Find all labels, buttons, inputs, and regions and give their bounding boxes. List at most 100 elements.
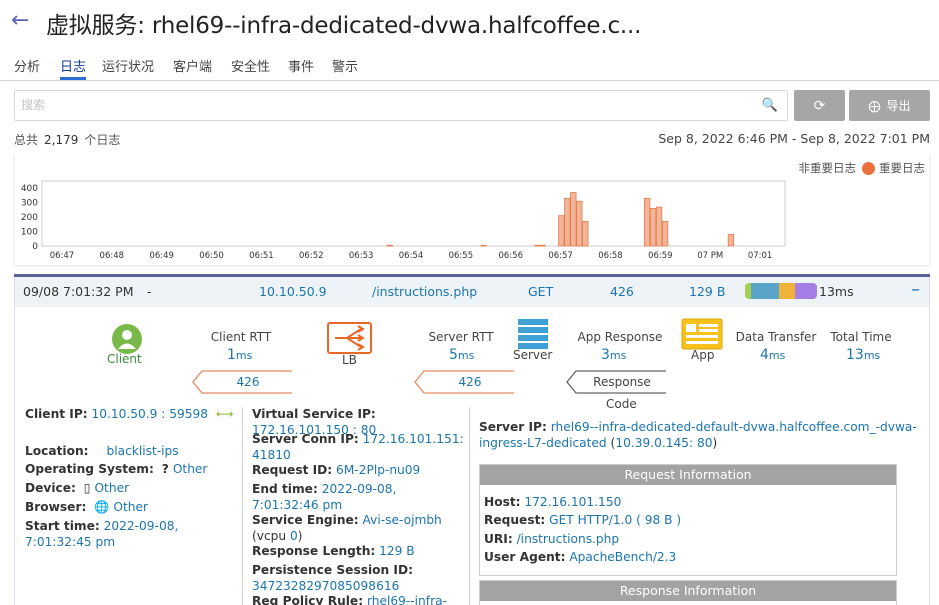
- browser-globe-icon: 🌐: [94, 500, 110, 514]
- row-duration: 13ms: [819, 284, 854, 299]
- log-detail: Client Client RTT 1ms LB Server RTT 5ms …: [14, 307, 930, 605]
- legend-non-significant[interactable]: 非重要日志: [799, 160, 857, 176]
- search-box: 🔍: [14, 90, 788, 121]
- histogram-bar: [582, 221, 589, 247]
- histogram-bar: [386, 244, 393, 247]
- x-tick-label: 06:54: [399, 251, 424, 261]
- histogram-bar: [655, 206, 663, 247]
- x-tick-label: 06:48: [100, 251, 125, 261]
- summary-suffix: 个日志: [84, 133, 121, 147]
- legend-significant[interactable]: 重要日志: [879, 160, 925, 176]
- request-field: Request: GET HTTP/1.0 ( 98 B ): [484, 513, 682, 527]
- row-status[interactable]: 426: [610, 284, 634, 299]
- export-icon: ⨁: [868, 98, 881, 113]
- lb-label: LB: [342, 353, 357, 367]
- y-tick-label: 400: [21, 184, 38, 194]
- back-arrow-icon[interactable]: ←: [11, 8, 29, 33]
- tab-events[interactable]: 事件: [288, 56, 314, 75]
- app-label: App: [691, 348, 715, 362]
- server-ip-field: Server IP: rhel69--infra-dedicated-defau…: [479, 420, 917, 450]
- tab-divider: [0, 80, 939, 81]
- start-time-field: Start time: 2022-09-08, 7:01:32:45 pm: [25, 519, 179, 549]
- x-tick-label: 06:57: [548, 251, 573, 261]
- client-rtt-label: Client RTT: [210, 330, 272, 344]
- data-transfer-value: 4ms: [760, 347, 786, 363]
- histogram-bar: [727, 234, 735, 247]
- date-range[interactable]: Sep 8, 2022 6:46 PM - Sep 8, 2022 7:01 P…: [658, 131, 930, 146]
- y-tick-label: 300: [21, 199, 38, 209]
- code-label: Code: [606, 397, 637, 411]
- significant-dot-icon: [862, 161, 875, 175]
- timing-seg-transfer: [795, 283, 817, 299]
- response-length-field: Response Length: 129 B: [252, 544, 415, 558]
- server-icon: [518, 319, 548, 349]
- search-icon[interactable]: 🔍: [762, 98, 778, 113]
- row-client-ip[interactable]: 10.10.50.9: [259, 284, 327, 299]
- log-histogram[interactable]: 0 100 200 300 400 06:47 06:48 06:49 06:50 06:51 06…: [14, 175, 794, 263]
- summary-prefix: 总共: [14, 133, 39, 147]
- column-divider-2: [469, 407, 470, 605]
- refresh-button[interactable]: ⟳: [794, 90, 845, 121]
- row-size[interactable]: 129 B: [689, 284, 725, 299]
- histogram-bar: [649, 208, 657, 247]
- server-status-code: 426: [458, 375, 482, 389]
- persistence-field: Persistence Session ID: 34723282970850986…: [252, 563, 413, 593]
- x-tick-label: 06:49: [149, 251, 174, 261]
- request-info-header: Request Information: [480, 465, 896, 485]
- lb-status-code: 426: [236, 375, 260, 389]
- x-tick-label: 06:50: [199, 251, 224, 261]
- device-field: Device: ▯ Other: [25, 481, 130, 495]
- row-dash: -: [147, 284, 152, 299]
- tab-analytics[interactable]: 分析: [14, 56, 40, 75]
- tab-logs[interactable]: 日志: [60, 56, 86, 75]
- histogram-bar: [661, 221, 669, 247]
- column-divider-1: [242, 407, 243, 605]
- log-count: 2,179: [44, 133, 79, 147]
- os-unknown-icon: ?: [161, 462, 169, 476]
- histogram-bar: [643, 197, 651, 247]
- timing-bar: [745, 283, 817, 299]
- refresh-icon: ⟳: [813, 97, 826, 114]
- histogram-bar: [480, 245, 487, 247]
- tab-clients[interactable]: 客户端: [173, 56, 212, 75]
- tab-health[interactable]: 运行状况: [102, 56, 154, 75]
- user-agent-field: User Agent: ApacheBench/2.3: [484, 550, 677, 564]
- end-time-field: End time: 2022-09-08, 7:01:32:46 pm: [252, 482, 397, 512]
- x-tick-label: 06:47: [50, 251, 75, 261]
- y-tick-label: 0: [32, 242, 38, 252]
- log-summary: 总共 2,179 个日志: [14, 131, 120, 148]
- client-label: Client: [107, 352, 142, 366]
- tab-alerts[interactable]: 警示: [332, 56, 358, 75]
- x-tick-label: 06:58: [598, 251, 623, 261]
- y-tick-label: 100: [21, 228, 38, 238]
- server-conn-field: Server Conn IP: 172.16.101.151: 41810: [252, 432, 464, 462]
- search-input[interactable]: [15, 91, 745, 119]
- data-transfer-label: Data Transfer: [735, 330, 817, 344]
- server-rtt-value: 5ms: [449, 347, 475, 363]
- service-engine-field: Service Engine: Avi-se-ojmbh (vcpu 0): [252, 513, 442, 543]
- policy-rule-field: Req Policy Rule: rhel69--infra-: [252, 594, 447, 605]
- client-rtt-value: 1ms: [227, 347, 253, 363]
- timing-seg-app: [779, 283, 795, 299]
- x-tick-label: 06:51: [249, 251, 274, 261]
- location-field: Location: blacklist-ips: [25, 444, 179, 458]
- x-tick-label: 06:59: [648, 251, 673, 261]
- x-tick-label: 06:52: [299, 251, 324, 261]
- double-arrow-icon: ⟷: [215, 407, 234, 421]
- collapse-icon[interactable]: –: [911, 279, 920, 300]
- timing-seg-server: [751, 283, 779, 299]
- browser-field: Browser: 🌐 Other: [25, 500, 149, 514]
- response-info-header: Response Information: [480, 581, 896, 601]
- x-tick-label: 06:53: [349, 251, 374, 261]
- table-row[interactable]: 09/08 7:01:32 PM - 10.10.50.9 /instructi…: [14, 277, 930, 307]
- server-rtt-label: Server RTT: [428, 330, 494, 344]
- row-time: 09/08 7:01:32 PM: [23, 284, 134, 299]
- export-button[interactable]: ⨁ 导出: [849, 90, 930, 121]
- uri-field: URI: /instructions.php: [484, 532, 620, 546]
- row-uri[interactable]: /instructions.php: [372, 284, 477, 299]
- tab-security[interactable]: 安全性: [231, 56, 270, 75]
- app-response-value: 3ms: [601, 347, 627, 363]
- row-method[interactable]: GET: [528, 284, 553, 299]
- device-icon: ▯: [83, 481, 91, 495]
- server-label: Server: [513, 348, 553, 362]
